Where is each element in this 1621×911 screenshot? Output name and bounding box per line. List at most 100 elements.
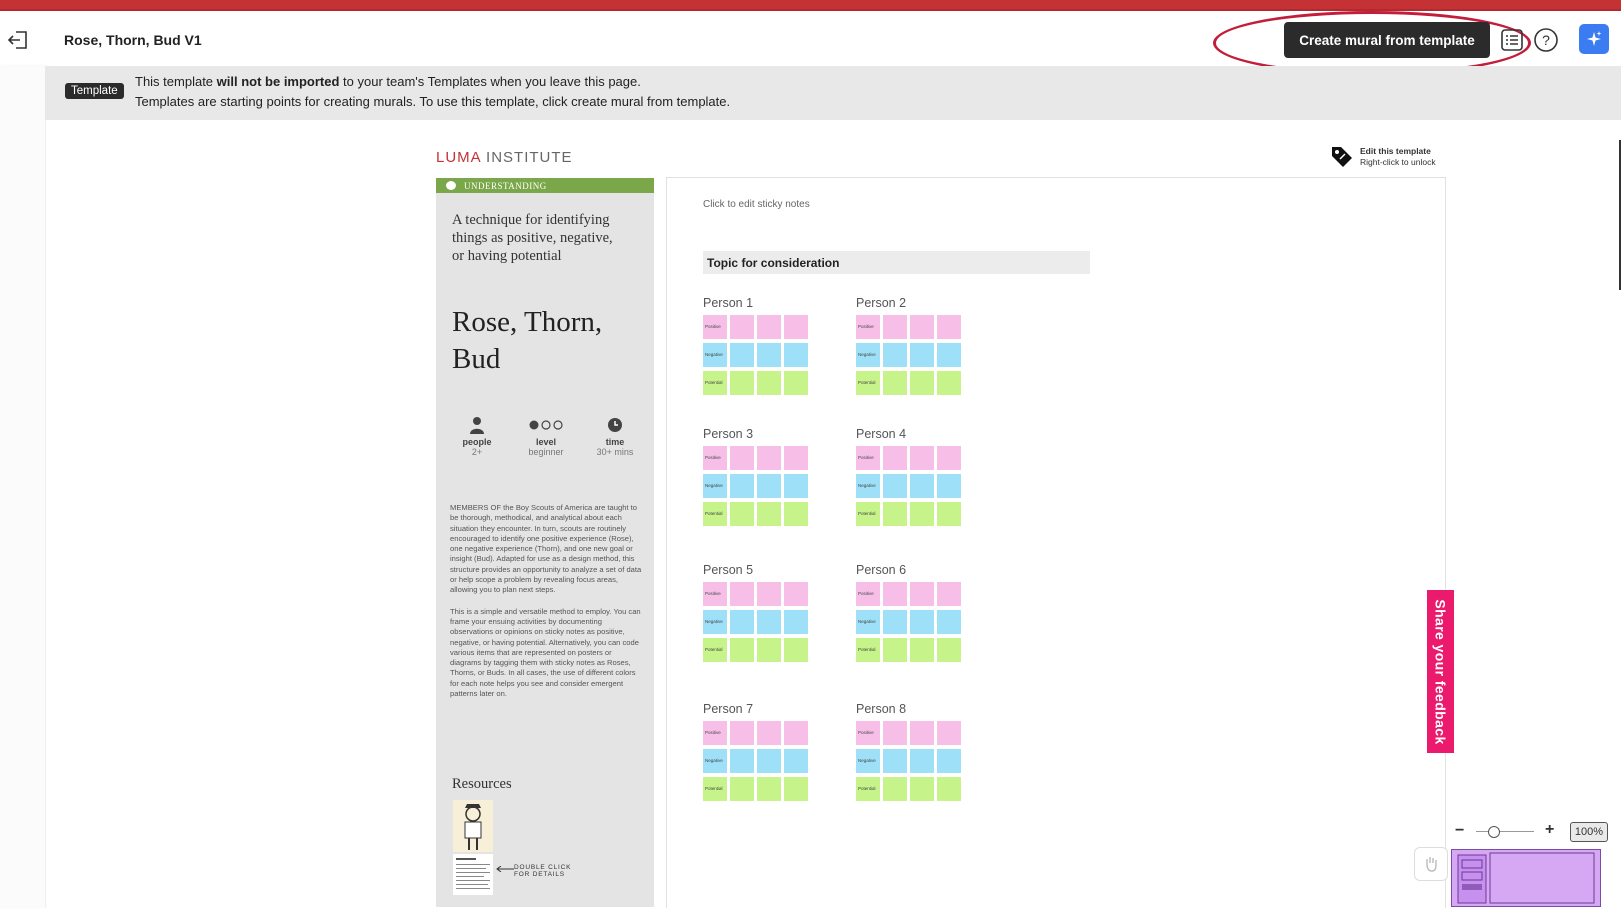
minimap[interactable] — [1451, 849, 1601, 907]
sticky-note[interactable] — [784, 610, 808, 634]
sticky-note[interactable] — [883, 749, 907, 773]
sticky-note[interactable]: Positive — [856, 315, 880, 339]
person-label[interactable]: Person 1 — [703, 296, 813, 312]
sticky-note[interactable] — [883, 610, 907, 634]
zoom-out-button[interactable]: − — [1455, 822, 1464, 840]
sticky-note[interactable] — [910, 315, 934, 339]
sticky-note[interactable] — [937, 638, 961, 662]
sticky-note[interactable]: Potential — [703, 371, 727, 395]
sticky-note[interactable] — [784, 502, 808, 526]
sticky-note[interactable] — [883, 371, 907, 395]
sticky-note[interactable] — [883, 502, 907, 526]
sticky-note[interactable] — [937, 474, 961, 498]
hand-tool-icon[interactable] — [1414, 847, 1448, 881]
sticky-note[interactable] — [784, 315, 808, 339]
sticky-note[interactable] — [937, 721, 961, 745]
create-mural-from-template-button[interactable]: Create mural from template — [1284, 22, 1490, 58]
sticky-note[interactable] — [784, 371, 808, 395]
sticky-note[interactable] — [883, 721, 907, 745]
sticky-note[interactable]: Potential — [856, 371, 880, 395]
sticky-note[interactable] — [784, 446, 808, 470]
edit-template-note[interactable]: Edit this template Right-click to unlock — [1330, 145, 1436, 169]
person-label[interactable]: Person 8 — [856, 702, 966, 718]
sticky-note[interactable]: Negative — [703, 610, 727, 634]
resource-card-image[interactable] — [453, 800, 493, 852]
sticky-note[interactable] — [910, 582, 934, 606]
person-label[interactable]: Person 7 — [703, 702, 813, 718]
sticky-note[interactable]: Potential — [703, 502, 727, 526]
sticky-note[interactable] — [757, 721, 781, 745]
sticky-note[interactable] — [937, 777, 961, 801]
sticky-note[interactable] — [757, 474, 781, 498]
sticky-note[interactable]: Potential — [703, 777, 727, 801]
sticky-note[interactable] — [910, 343, 934, 367]
sticky-note[interactable] — [883, 777, 907, 801]
sticky-note[interactable] — [784, 343, 808, 367]
exit-icon[interactable] — [6, 28, 30, 52]
sticky-note[interactable]: Potential — [703, 638, 727, 662]
sticky-note[interactable] — [910, 502, 934, 526]
sticky-note[interactable]: Negative — [856, 610, 880, 634]
sticky-note[interactable] — [784, 582, 808, 606]
zoom-slider-track[interactable] — [1476, 831, 1534, 832]
sticky-note[interactable]: Positive — [856, 446, 880, 470]
mural-title[interactable]: Rose, Thorn, Bud V1 — [64, 32, 202, 48]
help-icon[interactable]: ? — [1533, 27, 1559, 53]
sticky-note[interactable] — [910, 721, 934, 745]
zoom-slider-handle[interactable] — [1488, 826, 1500, 838]
resource-card-document[interactable] — [453, 854, 493, 895]
person-label[interactable]: Person 5 — [703, 563, 813, 579]
sticky-note[interactable] — [757, 777, 781, 801]
sticky-note[interactable] — [757, 582, 781, 606]
sticky-note[interactable] — [730, 446, 754, 470]
sticky-note[interactable] — [910, 638, 934, 662]
outline-list-icon[interactable] — [1499, 27, 1525, 53]
sticky-note[interactable]: Positive — [856, 582, 880, 606]
sticky-note[interactable] — [730, 502, 754, 526]
sticky-note[interactable]: Negative — [703, 474, 727, 498]
person-label[interactable]: Person 2 — [856, 296, 966, 312]
sticky-note[interactable]: Potential — [856, 502, 880, 526]
sticky-note[interactable]: Potential — [856, 777, 880, 801]
sticky-note[interactable] — [937, 371, 961, 395]
sticky-note[interactable] — [883, 638, 907, 662]
sticky-note[interactable] — [730, 474, 754, 498]
sticky-note[interactable] — [937, 610, 961, 634]
sticky-note[interactable] — [910, 371, 934, 395]
sticky-note[interactable]: Positive — [856, 721, 880, 745]
sticky-note[interactable] — [730, 315, 754, 339]
sticky-note[interactable] — [883, 446, 907, 470]
sticky-note[interactable]: Positive — [703, 721, 727, 745]
sticky-note[interactable] — [730, 777, 754, 801]
sticky-note[interactable] — [730, 749, 754, 773]
sticky-note[interactable] — [883, 474, 907, 498]
share-feedback-tab[interactable]: Share your feedback — [1427, 590, 1454, 753]
sticky-note[interactable]: Positive — [703, 582, 727, 606]
sticky-note[interactable] — [937, 315, 961, 339]
zoom-in-button[interactable]: + — [1545, 821, 1554, 839]
sticky-note[interactable]: Positive — [703, 315, 727, 339]
sticky-note[interactable] — [937, 749, 961, 773]
topic-field[interactable]: Topic for consideration — [703, 251, 1090, 274]
sticky-note[interactable] — [883, 582, 907, 606]
sticky-note[interactable] — [910, 749, 934, 773]
sticky-note[interactable]: Positive — [703, 446, 727, 470]
sticky-note[interactable] — [937, 446, 961, 470]
sticky-note[interactable] — [784, 638, 808, 662]
sticky-note[interactable] — [730, 371, 754, 395]
person-label[interactable]: Person 6 — [856, 563, 966, 579]
sticky-note[interactable] — [784, 474, 808, 498]
sticky-note[interactable] — [883, 343, 907, 367]
ai-sparkle-button[interactable] — [1579, 24, 1609, 54]
sticky-note[interactable]: Negative — [856, 343, 880, 367]
sticky-note[interactable] — [730, 610, 754, 634]
sticky-note[interactable] — [937, 343, 961, 367]
sticky-note[interactable]: Negative — [856, 749, 880, 773]
sticky-note[interactable] — [910, 777, 934, 801]
person-label[interactable]: Person 3 — [703, 427, 813, 443]
sticky-note[interactable] — [784, 777, 808, 801]
sticky-note[interactable] — [757, 446, 781, 470]
sticky-note[interactable]: Negative — [703, 343, 727, 367]
sticky-note[interactable] — [910, 474, 934, 498]
sticky-note[interactable] — [910, 610, 934, 634]
